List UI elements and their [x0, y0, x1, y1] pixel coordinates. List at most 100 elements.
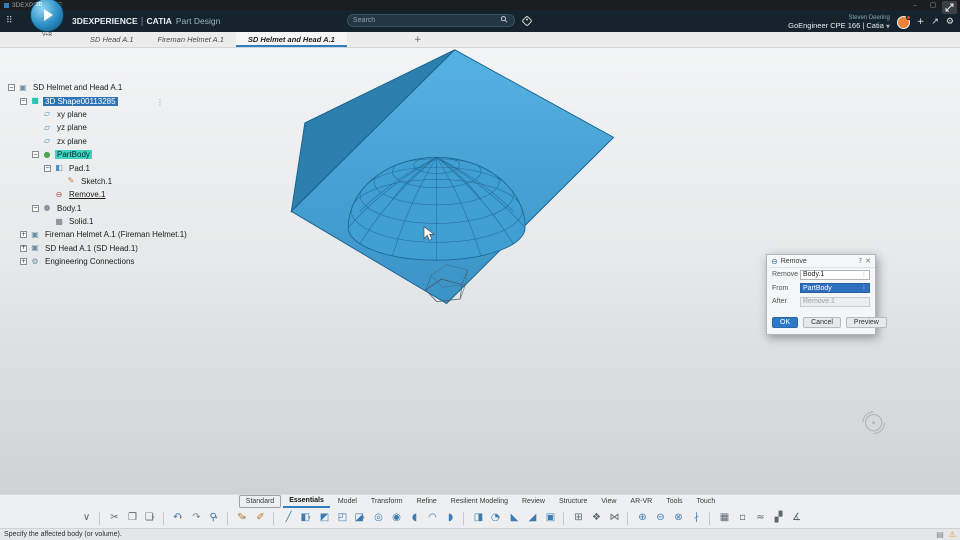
- toolbar-button[interactable]: [709, 511, 710, 525]
- toolbar-button[interactable]: [563, 511, 564, 525]
- help-icon[interactable]: ?: [858, 257, 862, 265]
- tree-item-label[interactable]: SD Head A.1 (SD Head.1): [43, 244, 140, 253]
- ribbon-tab[interactable]: Model: [332, 496, 363, 507]
- toolbar-button[interactable]: ∡: [788, 510, 803, 526]
- document-tab[interactable]: Fireman Helmet A.1: [146, 32, 236, 47]
- ok-button[interactable]: OK: [772, 316, 799, 328]
- toolbar-button[interactable]: ❐: [124, 510, 139, 526]
- toolbar-button[interactable]: ▫: [734, 510, 749, 526]
- tree-expander[interactable]: +: [20, 231, 27, 239]
- tree-expander[interactable]: −: [32, 204, 39, 212]
- toolbar-button[interactable]: [227, 511, 228, 525]
- toolbar-button[interactable]: [627, 511, 628, 525]
- tree-item-label[interactable]: Pad.1: [67, 164, 92, 173]
- toolbar-button[interactable]: [463, 511, 464, 525]
- dropdown-caret-icon[interactable]: ▾: [179, 515, 182, 521]
- ribbon-tab[interactable]: AR-VR: [624, 496, 658, 507]
- toolbar-button[interactable]: ▞: [770, 510, 785, 526]
- toolbar-button[interactable]: ◨: [470, 510, 485, 526]
- toolbar-button[interactable]: ◪ ▾: [352, 510, 367, 526]
- tree-expander[interactable]: −: [32, 151, 39, 159]
- tree-item-label[interactable]: SD Helmet and Head A.1: [31, 83, 124, 92]
- toolbar-button[interactable]: ◧ ▾: [298, 510, 313, 526]
- toolbar-button[interactable]: ◠: [424, 510, 439, 526]
- toolbar-button[interactable]: ↶ ▾: [170, 510, 185, 526]
- toolbar-button[interactable]: ▣: [542, 510, 557, 526]
- new-tab-button[interactable]: +: [408, 33, 428, 48]
- panel-icon[interactable]: ▤: [936, 529, 944, 540]
- fullscreen-button[interactable]: [942, 1, 957, 14]
- ribbon-tab[interactable]: Touch: [691, 496, 722, 507]
- ribbon-tab[interactable]: Refine: [411, 496, 443, 507]
- toolbar-button[interactable]: ❏ ▾: [142, 510, 157, 526]
- share-icon[interactable]: ↗: [931, 16, 939, 28]
- toolbar-button[interactable]: ≈: [752, 510, 767, 526]
- toolbar-button[interactable]: ◔ ▾: [488, 510, 503, 526]
- document-tab[interactable]: SD Head A.1: [78, 32, 146, 47]
- ribbon-tab[interactable]: Review: [516, 496, 551, 507]
- toolbar-button[interactable]: ✂: [106, 510, 121, 526]
- toolbar-button[interactable]: ⋈: [606, 510, 621, 526]
- dialog-titlebar[interactable]: ⊖ Remove ? ✕: [767, 255, 875, 268]
- stepper-icon[interactable]: ⋮: [861, 271, 867, 279]
- tree-item[interactable]: − ▣ SD Helmet and Head A.1: [4, 81, 304, 94]
- tree-item-label[interactable]: Solid.1: [67, 217, 95, 226]
- view-compass[interactable]: [862, 411, 886, 435]
- ribbon-tab[interactable]: Transform: [365, 496, 409, 507]
- toolbar-button[interactable]: ◰: [334, 510, 349, 526]
- toolbar-button[interactable]: ⚲ ▾: [206, 510, 221, 526]
- dropdown-caret-icon[interactable]: ▾: [243, 515, 246, 521]
- toolbar-button[interactable]: ╱: [280, 510, 295, 526]
- tag-icon[interactable]: [521, 15, 533, 27]
- toolbar-button[interactable]: ◎: [370, 510, 385, 526]
- settings-icon[interactable]: ⚙: [946, 16, 954, 28]
- tree-expander[interactable]: −: [44, 164, 51, 172]
- tree-item-label[interactable]: Sketch.1: [79, 177, 114, 186]
- tree-item[interactable]: ■ Solid.1: [4, 215, 304, 228]
- tree-item-label[interactable]: yz plane: [55, 123, 89, 132]
- user-block[interactable]: Steven Deering GoEngineer CPE 166 | Cati…: [788, 14, 890, 31]
- tree-item-label[interactable]: zx plane: [55, 137, 89, 146]
- dropdown-caret-icon[interactable]: ▾: [152, 515, 155, 521]
- toolbar-button[interactable]: [99, 511, 100, 525]
- tree-item[interactable]: ▱ xy plane: [4, 108, 304, 121]
- toolbar-button[interactable]: ▦: [716, 510, 731, 526]
- tree-item[interactable]: ⊖ Remove.1: [4, 188, 304, 201]
- toolbar-button[interactable]: ◩: [316, 510, 331, 526]
- tree-expander[interactable]: −: [8, 84, 15, 92]
- tree-item[interactable]: ▱ zx plane: [4, 135, 304, 148]
- toolbar-button[interactable]: [163, 511, 164, 525]
- toolbar-button[interactable]: ✐: [252, 510, 267, 526]
- toolbar-button[interactable]: ◢: [524, 510, 539, 526]
- ribbon-tab[interactable]: Essentials: [283, 495, 330, 508]
- app-menu-icon[interactable]: ⠿: [6, 16, 13, 26]
- tenant-selector[interactable]: GoEngineer CPE 166 | Catia ▼: [788, 21, 890, 31]
- search-input[interactable]: [353, 17, 503, 24]
- ribbon-tab[interactable]: Structure: [553, 496, 593, 507]
- preview-button[interactable]: Preview: [845, 316, 887, 328]
- dropdown-caret-icon[interactable]: ▾: [308, 515, 311, 521]
- dialog-close-icon[interactable]: ✕: [865, 257, 871, 265]
- toolbar-button[interactable]: ∨: [78, 510, 93, 526]
- toolbar-button[interactable]: ◉: [388, 510, 403, 526]
- toolbar-button[interactable]: ⊕: [634, 510, 649, 526]
- tree-item[interactable]: − ● PartBody: [4, 148, 304, 161]
- toolbar-button[interactable]: ◣: [506, 510, 521, 526]
- toolbar-button[interactable]: ❖: [588, 510, 603, 526]
- dropdown-caret-icon[interactable]: ▾: [215, 515, 218, 521]
- tree-item-label[interactable]: 3D Shape00113285: [43, 96, 118, 106]
- tree-item[interactable]: ✎ Sketch.1: [4, 175, 304, 188]
- tree-expander[interactable]: +: [20, 244, 27, 252]
- toolbar-button[interactable]: ↷: [188, 510, 203, 526]
- cancel-button[interactable]: Cancel: [803, 316, 841, 328]
- tree-item-label[interactable]: Body.1: [55, 204, 83, 213]
- ribbon-tab[interactable]: Standard: [238, 494, 282, 508]
- tree-item[interactable]: − ◧ Pad.1: [4, 161, 304, 174]
- tree-item[interactable]: ▱ yz plane: [4, 121, 304, 134]
- toolbar-button[interactable]: ⊖: [652, 510, 667, 526]
- tree-item-label[interactable]: Engineering Connections: [43, 257, 136, 266]
- toolbar-button[interactable]: [273, 511, 274, 525]
- toolbar-button[interactable]: ✎ ▾: [234, 510, 249, 526]
- add-app-icon[interactable]: +: [917, 16, 925, 28]
- ribbon-tab[interactable]: Resilient Modeling: [445, 496, 514, 507]
